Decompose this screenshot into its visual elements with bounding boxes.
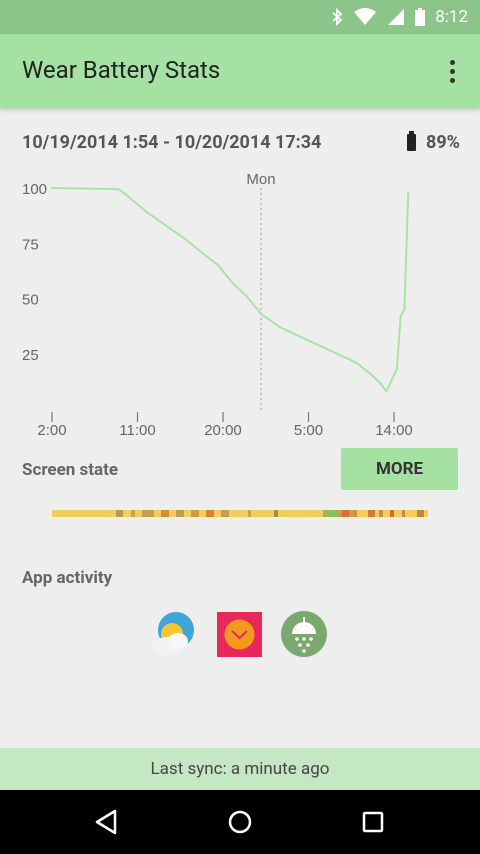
sync-status-bar: Last sync: a minute ago — [0, 748, 480, 790]
home-icon — [228, 810, 252, 834]
x-tick-label: 2:00 — [37, 422, 66, 439]
x-tick-label: 20:00 — [204, 422, 242, 439]
screen-state-segment — [161, 510, 169, 517]
back-button[interactable] — [86, 802, 126, 842]
screen-state-segment — [390, 510, 395, 517]
screen-state-segment — [326, 510, 338, 517]
wifi-icon — [354, 8, 377, 25]
screen-state-segment — [367, 510, 376, 517]
screen-state-segment — [341, 510, 350, 517]
status-icons: 8:12 — [331, 0, 468, 34]
battery-percent: 89% — [426, 132, 460, 153]
screen-state-segment — [352, 510, 357, 517]
home-button[interactable] — [220, 802, 260, 842]
battery-level-icon — [407, 131, 417, 151]
screen-state-segment — [416, 510, 425, 517]
summary-row: 10/19/2014 1:54 - 10/20/2014 17:34 89% — [22, 130, 460, 158]
app-title: Wear Battery Stats — [22, 56, 221, 84]
y-tick-label: 75 — [22, 236, 39, 253]
more-vert-icon[interactable] — [442, 54, 462, 88]
back-icon — [95, 809, 117, 835]
screen-state-segment — [206, 510, 214, 517]
navigation-bar — [0, 790, 480, 854]
screen-state-bar — [52, 510, 428, 517]
screen-state-segment — [176, 510, 184, 517]
y-tick-label: 100 — [22, 181, 47, 198]
screen-state-segment — [142, 510, 154, 517]
screen-state-segment — [130, 510, 135, 517]
app-activity-label: App activity — [22, 568, 113, 588]
screen-state-segment — [379, 510, 383, 517]
app-activity-icons — [150, 610, 332, 660]
y-tick-label: 25 — [22, 347, 39, 364]
screen-state-segment — [221, 510, 229, 517]
x-tick-label: 11:00 — [119, 422, 155, 439]
battery-level-line — [51, 187, 410, 393]
signal-icon — [388, 9, 405, 25]
day-marker-label: Mon — [246, 171, 275, 188]
battery-chart: 100 75 50 25 Mon 2:00 11:00 20:00 5:00 14:00 — [22, 171, 413, 439]
shower-app-icon[interactable] — [280, 610, 328, 658]
y-tick-label: 50 — [22, 292, 39, 309]
screen-state-segment — [401, 510, 406, 517]
weather-app-icon[interactable] — [150, 610, 198, 658]
more-button[interactable]: MORE — [341, 448, 458, 490]
bluetooth-icon — [332, 8, 343, 26]
screen-state-label: Screen state — [22, 460, 119, 480]
screen-state-segment — [247, 510, 252, 517]
screen-state-segment — [115, 510, 124, 517]
screen-state-segment — [191, 510, 199, 517]
clock-app-icon[interactable] — [217, 612, 262, 657]
app-bar: Wear Battery Stats — [0, 34, 480, 108]
screen-state-segment — [273, 510, 278, 517]
battery-summary: 89% — [407, 131, 460, 153]
battery-icon — [415, 8, 426, 26]
date-range: 10/19/2014 1:54 - 10/20/2014 17:34 — [22, 132, 322, 153]
status-time: 8:12 — [435, 7, 468, 27]
status-bar: 8:12 — [0, 0, 480, 34]
x-tick-label: 5:00 — [294, 422, 323, 439]
x-tick-label: 14:00 — [375, 422, 413, 439]
recents-icon — [362, 811, 384, 833]
sync-text: Last sync: a minute ago — [150, 759, 330, 779]
recents-button[interactable] — [353, 802, 393, 842]
